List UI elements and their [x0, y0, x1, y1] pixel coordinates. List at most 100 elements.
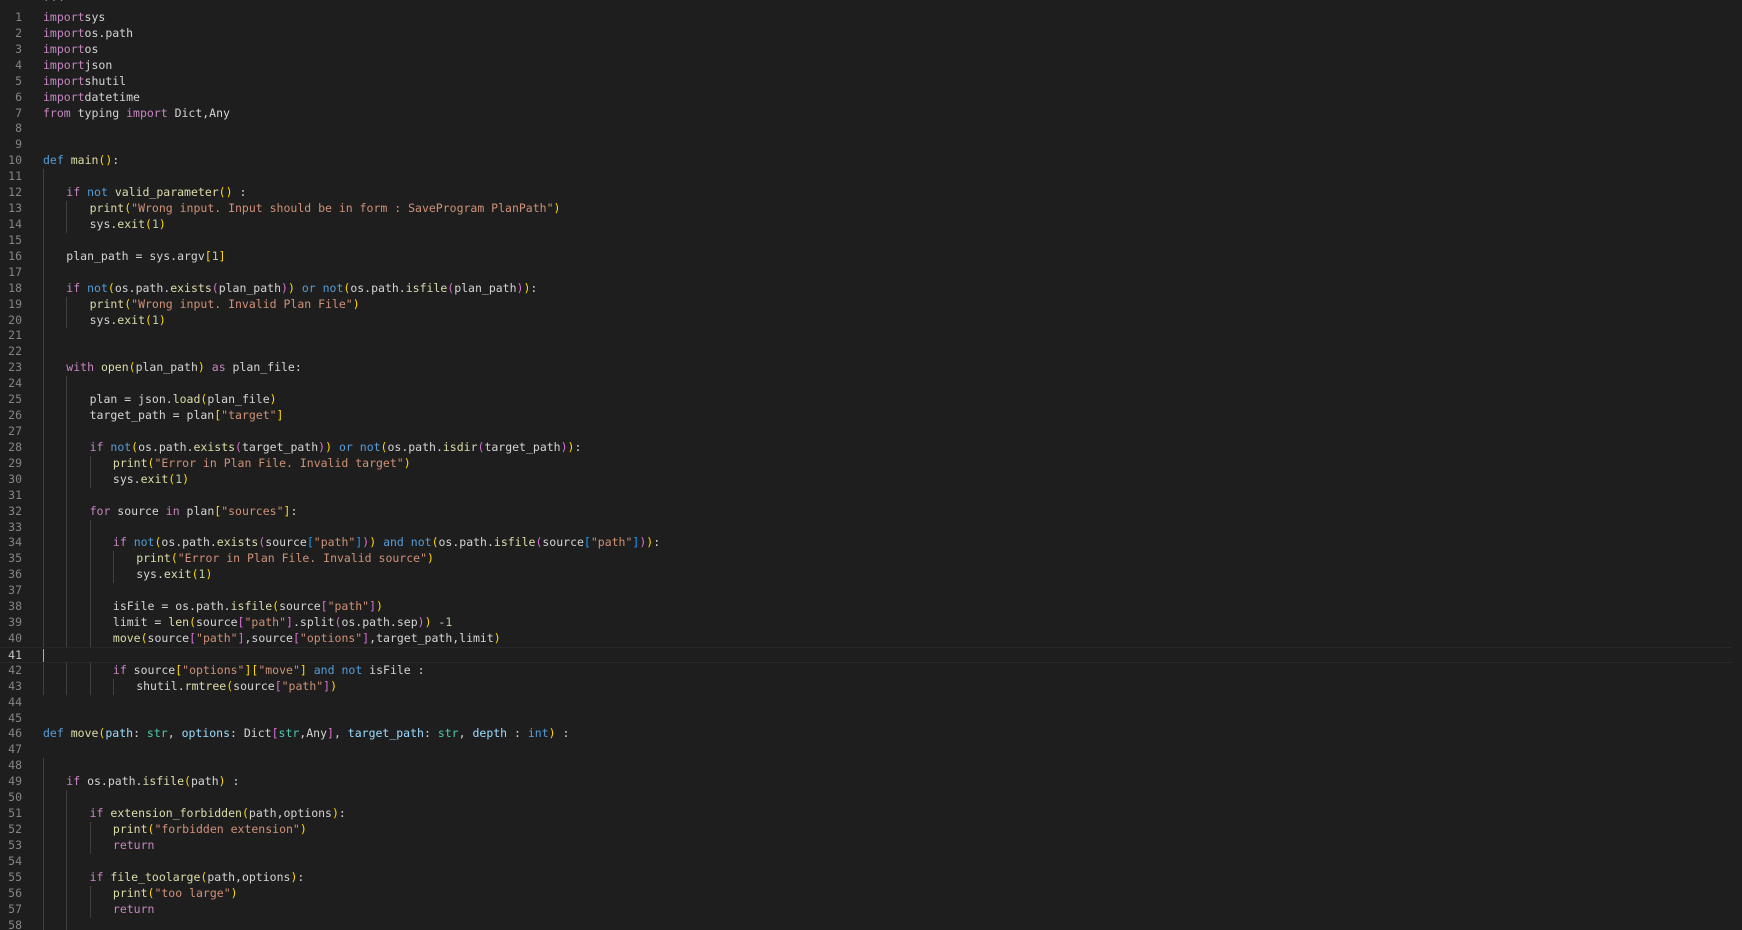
line-number[interactable]: 17 [0, 265, 22, 281]
line-number[interactable]: 32 [0, 504, 22, 520]
code-line[interactable]: 7 from typing import Dict,Any [0, 106, 1742, 122]
line-code[interactable]: if os.path.isfile(path) : [66, 774, 239, 790]
code-line[interactable]: 32 for source in plan["sources"]: [0, 503, 1742, 520]
code-line[interactable]: 9 [0, 137, 1742, 153]
line-code[interactable]: with open(plan_path) as plan_file: [66, 360, 302, 376]
code-line[interactable]: 16 plan_path = sys.argv[1] [0, 248, 1742, 265]
code-line[interactable]: 21 [0, 328, 1742, 345]
line-code[interactable]: importsys [43, 10, 105, 26]
line-number[interactable]: 58 [0, 918, 22, 930]
code-line[interactable]: 38 isFile = os.path.isfile(source["path"]… [0, 599, 1742, 616]
code-line[interactable]: 18 if not(os.path.exists(plan_path)) or n… [0, 280, 1742, 297]
line-code[interactable]: print("Error in Plan File. Invalid sourc… [136, 551, 434, 567]
line-number[interactable]: 52 [0, 822, 22, 838]
line-code[interactable]: limit = len(source["path"].split(os.path… [113, 615, 452, 631]
code-line[interactable]: 41 [0, 646, 1732, 664]
line-number[interactable]: 27 [0, 424, 22, 440]
line-number[interactable]: 36 [0, 567, 22, 583]
line-number[interactable]: 30 [0, 472, 22, 488]
line-number[interactable]: 6 [0, 90, 22, 106]
code-line[interactable]: 45 [0, 711, 1742, 727]
code-line[interactable]: 54 [0, 853, 1742, 870]
code-line[interactable]: 13 print("Wrong input. Input should be in… [0, 201, 1742, 217]
line-code[interactable]: importshutil [43, 74, 126, 90]
line-number[interactable]: 26 [0, 408, 22, 424]
line-number[interactable]: 55 [0, 870, 22, 886]
line-code[interactable]: return [113, 838, 155, 854]
code-line[interactable]: 12 if not valid_parameter() : [0, 185, 1742, 202]
line-number[interactable]: 8 [0, 121, 22, 137]
line-code[interactable]: if extension_forbidden(path,options): [90, 806, 346, 822]
code-line[interactable]: 44 [0, 695, 1742, 711]
code-line[interactable]: 49 if os.path.isfile(path) : [0, 774, 1742, 791]
line-number[interactable]: 50 [0, 790, 22, 806]
line-number[interactable]: 33 [0, 520, 22, 536]
line-code[interactable]: target_path = plan["target"] [90, 408, 284, 424]
line-number[interactable]: 49 [0, 774, 22, 790]
code-line[interactable]: 37 [0, 583, 1742, 600]
line-number[interactable]: 35 [0, 551, 22, 567]
line-number[interactable]: 16 [0, 249, 22, 265]
line-code[interactable]: print("Error in Plan File. Invalid targe… [113, 456, 411, 472]
code-line[interactable]: 47 [0, 742, 1742, 758]
code-line[interactable]: 55 if file_toolarge(path,options): [0, 869, 1742, 886]
code-line[interactable]: 11 [0, 169, 1742, 186]
code-line[interactable]: 8 [0, 121, 1742, 137]
line-number[interactable]: 51 [0, 806, 22, 822]
line-number[interactable]: 24 [0, 376, 22, 392]
line-code[interactable]: if not valid_parameter() : [66, 185, 246, 201]
code-line[interactable]: 34 if not(os.path.exists(source["path"]))… [0, 535, 1742, 552]
code-line[interactable]: 10 def main(): [0, 153, 1742, 169]
line-code[interactable]: if not(os.path.exists(target_path)) or n… [90, 440, 582, 456]
code-line[interactable]: 6 importdatetime [0, 90, 1742, 106]
line-code[interactable]: isFile = os.path.isfile(source["path"]) [113, 599, 383, 615]
code-line[interactable]: 19 print("Wrong input. Invalid Plan File"… [0, 296, 1742, 313]
code-line[interactable]: 50 [0, 790, 1742, 807]
line-number[interactable]: 37 [0, 583, 22, 599]
line-code[interactable]: sys.exit(1) [90, 313, 166, 329]
code-line[interactable]: 5 importshutil [0, 74, 1742, 90]
code-line[interactable]: 2 importos.path [0, 26, 1742, 42]
line-number[interactable]: 12 [0, 185, 22, 201]
line-code[interactable]: plan = json.load(plan_file) [90, 392, 277, 408]
line-number[interactable]: 13 [0, 201, 22, 217]
code-line[interactable]: 22 [0, 344, 1742, 361]
line-code[interactable]: if not(os.path.exists(plan_path)) or not… [66, 281, 537, 297]
line-number[interactable]: 43 [0, 679, 22, 695]
code-line[interactable]: 52 print("forbidden extension") [0, 822, 1742, 838]
line-number[interactable]: 48 [0, 758, 22, 774]
line-code[interactable]: if file_toolarge(path,options): [90, 870, 305, 886]
line-number[interactable]: 10 [0, 153, 22, 169]
line-code[interactable]: if source["options"]["move"] and not isF… [113, 663, 425, 679]
code-line[interactable]: 28 if not(os.path.exists(target_path)) or… [0, 439, 1742, 456]
line-number[interactable]: 54 [0, 854, 22, 870]
line-number[interactable]: 46 [0, 726, 22, 742]
line-code[interactable]: importos [43, 42, 98, 58]
code-line[interactable]: 29 print("Error in Plan File. Invalid tar… [0, 455, 1742, 472]
code-line[interactable]: 25 plan = json.load(plan_file) [0, 392, 1742, 409]
line-code[interactable]: return [113, 902, 155, 918]
line-number[interactable]: 19 [0, 297, 22, 313]
line-number[interactable]: 4 [0, 58, 22, 74]
code-line[interactable]: 57 return [0, 901, 1742, 918]
code-line[interactable]: 23 with open(plan_path) as plan_file: [0, 360, 1742, 377]
code-lines[interactable]: 1 importsys 2 importos.path 3 importos 4 import… [0, 10, 1742, 930]
line-number[interactable]: 45 [0, 711, 22, 727]
code-line[interactable]: 58 [0, 917, 1742, 930]
line-code[interactable]: def main(): [43, 153, 119, 169]
line-number[interactable]: 11 [0, 169, 22, 185]
line-number[interactable]: 21 [0, 328, 22, 344]
line-code[interactable]: sys.exit(1) [90, 217, 166, 233]
line-code[interactable]: print("Wrong input. Input should be in f… [90, 201, 561, 217]
line-number[interactable]: 15 [0, 233, 22, 249]
line-number[interactable]: 41 [0, 648, 22, 664]
code-line[interactable]: 51 if extension_forbidden(path,options): [0, 806, 1742, 823]
line-code[interactable]: sys.exit(1) [113, 472, 189, 488]
line-code[interactable]: sys.exit(1) [136, 567, 212, 583]
folded-region-hint[interactable]: ··· [43, 0, 66, 7]
line-code[interactable]: shutil.rmtree(source["path"]) [136, 679, 337, 695]
code-editor[interactable]: ··· 1 importsys 2 importos.path 3 importos 4 im… [0, 0, 1742, 930]
line-number[interactable]: 25 [0, 392, 22, 408]
line-number[interactable]: 57 [0, 902, 22, 918]
line-number[interactable]: 53 [0, 838, 22, 854]
